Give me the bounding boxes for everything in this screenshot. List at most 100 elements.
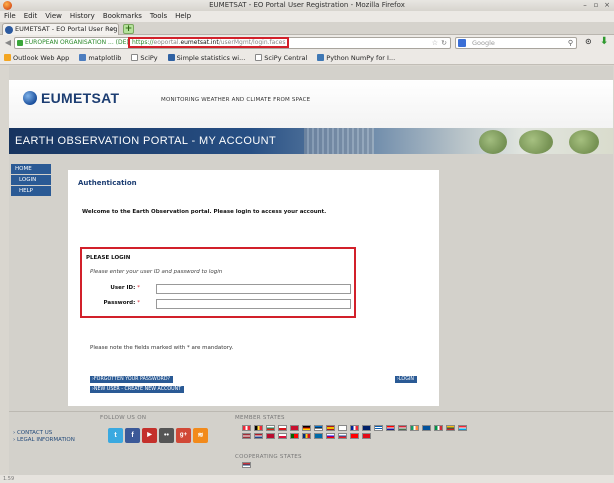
nav-home[interactable]: HOME xyxy=(11,164,51,174)
flag-belgium-icon[interactable] xyxy=(254,425,263,431)
portal-banner: EARTH OBSERVATION PORTAL - MY ACCOUNT xyxy=(9,128,613,154)
flag-lithuania-icon[interactable] xyxy=(446,425,455,431)
youtube-icon[interactable]: ▶ xyxy=(142,428,157,443)
flag-poland-icon[interactable] xyxy=(278,433,287,439)
flag-croatia-icon[interactable] xyxy=(386,425,395,431)
flag-denmark-icon[interactable] xyxy=(290,425,299,431)
authentication-panel: Authentication Welcome to the Earth Obse… xyxy=(68,170,439,406)
flag-slovakia-icon[interactable] xyxy=(338,433,347,439)
flag-netherlands-icon[interactable] xyxy=(254,433,263,439)
flag-spain-icon[interactable] xyxy=(326,425,335,431)
login-button[interactable]: ›LOGIN xyxy=(395,376,417,383)
bookmark-matplotlib[interactable]: matplotlib xyxy=(79,51,121,64)
menu-history[interactable]: History xyxy=(70,11,95,22)
userid-field[interactable] xyxy=(156,284,351,294)
google-plus-icon[interactable]: g+ xyxy=(176,428,191,443)
flag-france-icon[interactable] xyxy=(350,425,359,431)
banner-tree-image xyxy=(479,130,507,154)
flag-austria-icon[interactable] xyxy=(242,425,251,431)
member-state-flags xyxy=(242,425,472,439)
reload-icon[interactable]: ↻ xyxy=(441,38,447,48)
menu-tools[interactable]: Tools xyxy=(150,11,167,22)
nav-login[interactable]: LOGIN xyxy=(11,175,51,185)
flag-latvia-icon[interactable] xyxy=(242,433,251,439)
url-subdomain: eoportal. xyxy=(153,39,181,46)
firefox-icon xyxy=(3,1,12,10)
maximize-button[interactable]: ▫ xyxy=(592,1,600,9)
flag-czech-icon[interactable] xyxy=(278,425,287,431)
legal-information-link[interactable]: › LEGAL INFORMATION xyxy=(13,437,75,444)
bookmark-python-numpy[interactable]: Python NumPy for I... xyxy=(317,51,395,64)
contact-us-link[interactable]: › CONTACT US xyxy=(13,430,75,437)
login-box-title: PLEASE LOGIN xyxy=(86,255,131,261)
search-magnifier-icon[interactable]: ⚲ xyxy=(568,38,573,48)
bookmark-outlook[interactable]: Outlook Web App xyxy=(4,51,69,64)
flag-turkey-icon[interactable] xyxy=(362,433,371,439)
social-links: t f ▶ •• g+ ≋ xyxy=(108,428,208,443)
minimize-button[interactable]: – xyxy=(581,1,589,9)
search-bar[interactable]: Google ⚲ xyxy=(455,37,577,49)
welcome-text: Welcome to the Earth Observation portal.… xyxy=(82,209,327,215)
close-window-button[interactable]: × xyxy=(603,1,611,9)
flag-finland-icon[interactable] xyxy=(338,425,347,431)
window-title: EUMETSAT - EO Portal User Registration -… xyxy=(209,1,405,9)
python-icon xyxy=(317,54,325,61)
site-tagline: MONITORING WEATHER AND CLIMATE FROM SPAC… xyxy=(161,97,311,103)
password-field[interactable] xyxy=(156,299,351,309)
flag-iceland-icon[interactable] xyxy=(422,425,431,431)
flag-bulgaria-icon[interactable] xyxy=(266,425,275,431)
eumetsat-logo[interactable]: EUMETSAT xyxy=(23,90,119,106)
create-account-link[interactable]: ›NEW USER - CREATE NEW ACCOUNT xyxy=(90,386,185,393)
url-bar[interactable]: EUROPEAN ORGANISATION ... (DE) https://e… xyxy=(14,37,451,49)
flag-estonia-icon[interactable] xyxy=(314,425,323,431)
bookmark-simple-statistics[interactable]: Simple statistics wi... xyxy=(167,51,245,64)
flag-hungary-icon[interactable] xyxy=(398,425,407,431)
menu-bar: File Edit View History Bookmarks Tools H… xyxy=(0,11,614,22)
url-text-highlighted[interactable]: https://eoportal.eumetsat.int/userMgmt/l… xyxy=(128,37,290,48)
back-arrow-icon[interactable]: ◀ xyxy=(3,38,13,48)
menu-bookmarks[interactable]: Bookmarks xyxy=(103,11,142,22)
site-footer: › CONTACT US › LEGAL INFORMATION FOLLOW … xyxy=(9,411,613,475)
stats-icon xyxy=(167,54,175,61)
menu-view[interactable]: View xyxy=(45,11,62,22)
menu-file[interactable]: File xyxy=(4,11,16,22)
bookmark-scipy[interactable]: SciPy xyxy=(131,51,158,64)
new-tab-button[interactable]: + xyxy=(123,24,134,34)
flag-uk-icon[interactable] xyxy=(362,425,371,431)
flag-serbia-icon[interactable] xyxy=(242,462,251,468)
flickr-icon[interactable]: •• xyxy=(159,428,174,443)
flag-switzerland-icon[interactable] xyxy=(350,433,359,439)
tab-eumetsat[interactable]: EUMETSAT - EO Portal User Regis... × xyxy=(2,23,119,35)
tab-close-icon[interactable]: × xyxy=(110,24,116,35)
bookmark-star-icon[interactable]: ☆ xyxy=(432,38,438,48)
flag-germany-icon[interactable] xyxy=(302,425,311,431)
flag-portugal-icon[interactable] xyxy=(290,433,299,439)
bookmark-scipy-central[interactable]: SciPy Central xyxy=(255,51,307,64)
flag-romania-icon[interactable] xyxy=(302,433,311,439)
download-arrow-icon[interactable]: ⬇ xyxy=(600,37,610,47)
flag-slovenia-icon[interactable] xyxy=(326,433,335,439)
flag-greece-icon[interactable] xyxy=(374,425,383,431)
facebook-icon[interactable]: f xyxy=(125,428,140,443)
flag-italy-icon[interactable] xyxy=(434,425,443,431)
login-form-highlighted: PLEASE LOGIN Please enter your user ID a… xyxy=(80,247,356,318)
flag-luxembourg-icon[interactable] xyxy=(458,425,467,431)
twitter-icon[interactable]: t xyxy=(108,428,123,443)
site-identity-badge[interactable]: EUROPEAN ORGANISATION ... (DE) xyxy=(17,38,129,48)
page-icon xyxy=(255,54,263,61)
addon-icon[interactable]: ⊙ xyxy=(585,37,595,47)
status-bar: 1.59 xyxy=(0,475,614,483)
nav-help[interactable]: HELP xyxy=(11,186,51,196)
forgot-password-link[interactable]: ›FORGOTTEN YOUR PASSWORD? xyxy=(90,376,174,383)
outlook-icon xyxy=(4,54,11,61)
flag-norway-icon[interactable] xyxy=(266,433,275,439)
menu-help[interactable]: Help xyxy=(175,11,191,22)
flag-sweden-icon[interactable] xyxy=(314,433,323,439)
menu-edit[interactable]: Edit xyxy=(24,11,38,22)
site-header: EUMETSAT MONITORING WEATHER AND CLIMATE … xyxy=(9,80,613,132)
flag-ireland-icon[interactable] xyxy=(410,425,419,431)
eumetsat-site: EUMETSAT MONITORING WEATHER AND CLIMATE … xyxy=(9,66,613,475)
rss-icon[interactable]: ≋ xyxy=(193,428,208,443)
google-search-engine-icon[interactable] xyxy=(458,39,466,47)
search-placeholder: Google xyxy=(472,39,495,47)
